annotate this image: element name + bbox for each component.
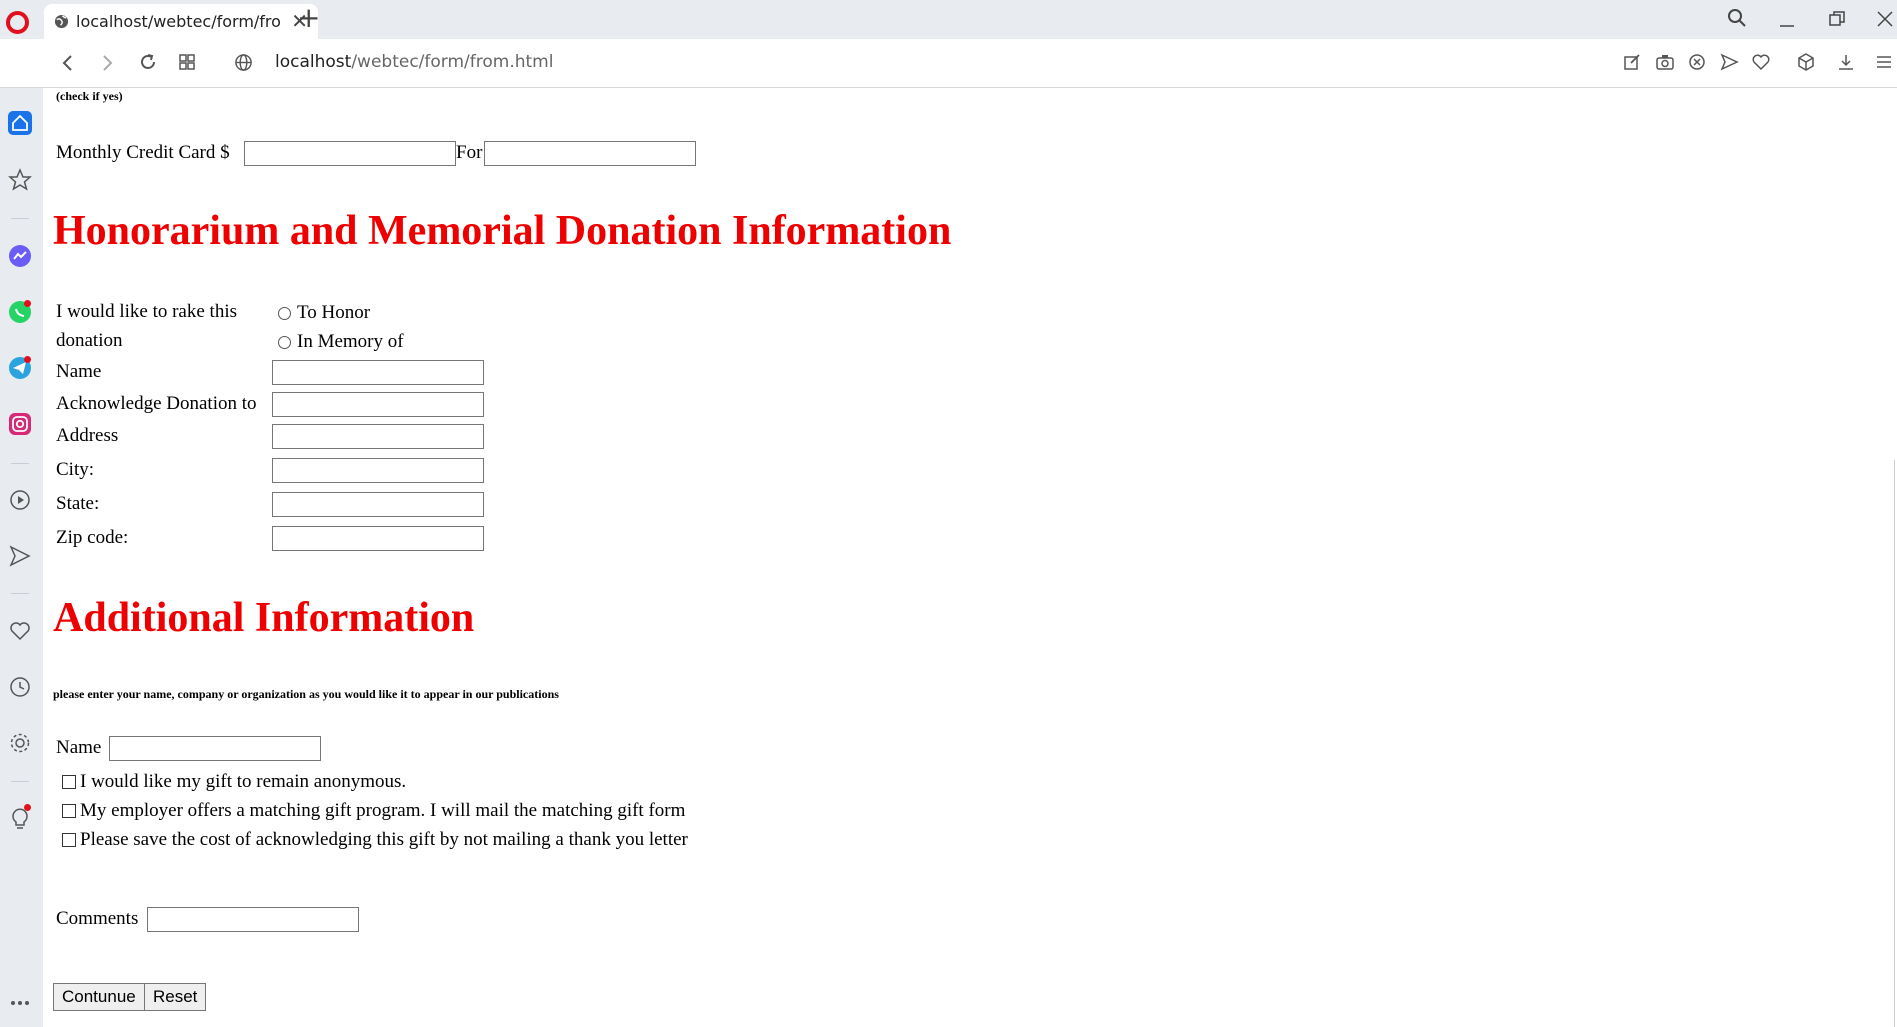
history-icon[interactable] (7, 674, 33, 700)
cube-icon[interactable] (1796, 52, 1816, 72)
back-icon[interactable] (60, 53, 76, 73)
for-input[interactable] (484, 141, 696, 166)
browser-tab-bar: localhost/webtec/form/fro ✕ + (0, 0, 1897, 39)
forward-icon[interactable] (99, 53, 115, 73)
close-circle-icon[interactable] (1687, 52, 1707, 72)
page-content: (check if yes) Monthly Credit Card $ For… (44, 89, 1897, 1027)
continue-button[interactable]: Contunue (53, 983, 145, 1011)
anonymous-label: I would like my gift to remain anonymous… (80, 771, 407, 792)
star-icon[interactable] (7, 167, 33, 193)
additional-info-heading: Additional Information (53, 595, 475, 641)
publication-name-input[interactable] (109, 736, 321, 761)
city-input[interactable] (272, 458, 484, 483)
field-label-acknowledge: Acknowledge Donation to (56, 393, 257, 414)
zip-input[interactable] (272, 526, 484, 551)
anonymous-checkbox[interactable] (62, 775, 76, 789)
menu-icon[interactable] (1874, 52, 1894, 72)
no-thank-you-label: Please save the cost of acknowledging th… (80, 829, 688, 850)
minimize-icon[interactable] (1777, 10, 1797, 30)
download-icon[interactable] (1836, 52, 1856, 72)
edit-icon[interactable] (1622, 52, 1642, 72)
matching-gift-checkbox[interactable] (62, 804, 76, 818)
globe-icon (54, 14, 69, 29)
url-field[interactable]: localhost/webtec/form/from.html (275, 52, 553, 72)
browser-sidebar (0, 88, 43, 1027)
site-info-globe-icon[interactable] (234, 53, 253, 72)
sidebar-separator (11, 218, 29, 219)
monthly-amount-input[interactable] (244, 141, 456, 166)
field-label-state: State: (56, 493, 100, 514)
camera-icon[interactable] (1655, 52, 1675, 72)
honorarium-heading: Honorarium and Memorial Donation Informa… (53, 208, 952, 254)
check-note: (check if yes) (56, 89, 123, 103)
field-label-city: City: (56, 459, 95, 480)
notification-dot (24, 300, 31, 307)
address-bar: localhost/webtec/form/from.html (0, 39, 1897, 88)
url-host: localhost (275, 52, 352, 72)
new-tab-icon[interactable]: + (297, 3, 320, 33)
sidebar-separator (11, 463, 29, 464)
matching-gift-label: My employer offers a matching gift progr… (80, 800, 686, 821)
publication-name-label: Name (56, 737, 102, 758)
monthly-credit-card-label: Monthly Credit Card $ (56, 142, 230, 163)
notification-dot (24, 804, 31, 811)
honoree-name-input[interactable] (272, 360, 484, 385)
search-icon[interactable] (1727, 8, 1747, 28)
restore-icon[interactable] (1827, 9, 1847, 29)
player-icon[interactable] (7, 487, 33, 513)
field-label-address: Address (56, 425, 119, 446)
send-icon[interactable] (1719, 52, 1739, 72)
to-honor-label: To Honor (297, 302, 371, 323)
sidebar-separator (11, 781, 29, 782)
state-input[interactable] (272, 492, 484, 517)
instagram-icon[interactable] (7, 411, 33, 437)
reset-button[interactable]: Reset (144, 983, 207, 1011)
field-label-name: Name (56, 361, 102, 382)
send-icon[interactable] (7, 543, 33, 569)
to-honor-radio[interactable] (278, 307, 291, 320)
tabs-grid-icon[interactable] (178, 53, 196, 71)
comments-label: Comments (56, 908, 139, 929)
url-path: /webtec/form/from.html (351, 52, 554, 72)
opera-logo-icon[interactable] (6, 11, 29, 34)
heart-icon[interactable] (1751, 52, 1771, 72)
in-memory-label: In Memory of (297, 331, 404, 352)
reload-icon[interactable] (138, 52, 158, 72)
for-label: For (456, 142, 483, 163)
scrollbar[interactable] (1894, 460, 1895, 1027)
in-memory-radio[interactable] (278, 336, 291, 349)
no-thank-you-checkbox[interactable] (62, 833, 76, 847)
acknowledge-input[interactable] (272, 392, 484, 417)
close-window-icon[interactable] (1875, 9, 1895, 29)
home-icon[interactable] (7, 110, 33, 136)
settings-icon[interactable] (7, 730, 33, 756)
publication-note: please enter your name, company or organ… (53, 687, 559, 701)
donation-prompt-line2: donation (56, 330, 123, 351)
tab-title: localhost/webtec/form/fro (76, 12, 281, 31)
address-input[interactable] (272, 424, 484, 449)
sidebar-separator (11, 593, 29, 594)
messenger-icon[interactable] (7, 243, 33, 269)
notification-dot (24, 356, 31, 363)
field-label-zip: Zip code: (56, 527, 129, 548)
comments-input[interactable] (147, 907, 359, 932)
donation-prompt-line1: I would like to rake this (56, 301, 237, 322)
more-icon[interactable] (7, 990, 33, 1016)
heart-icon[interactable] (7, 618, 33, 644)
browser-tab[interactable]: localhost/webtec/form/fro ✕ (44, 4, 318, 39)
